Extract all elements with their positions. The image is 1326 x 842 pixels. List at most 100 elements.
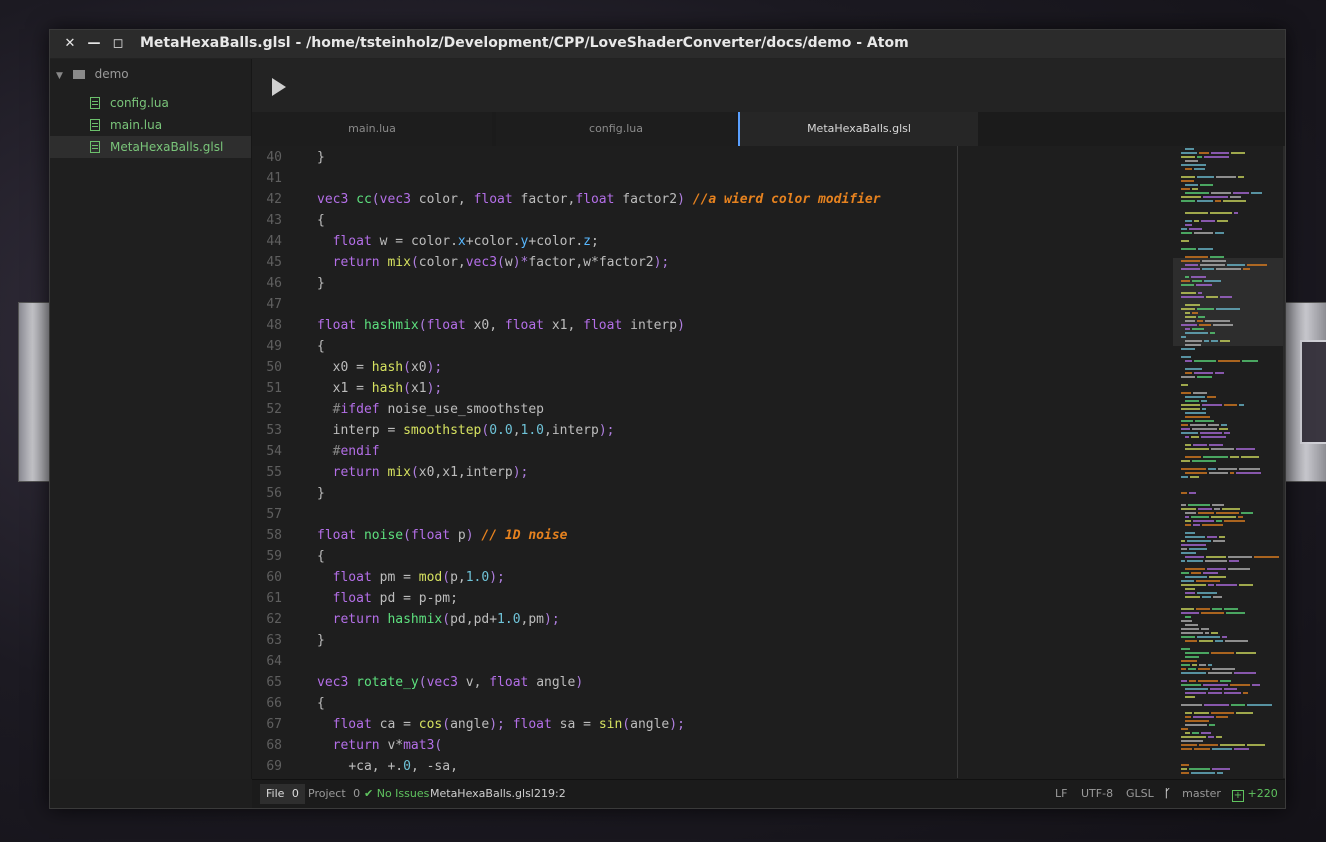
status-line-ending[interactable]: LF [1055,787,1067,800]
code-line[interactable]: 43 { [252,210,957,231]
status-cursor-position[interactable]: 219:2 [534,787,566,800]
tree-file-config-lua[interactable]: config.lua [50,92,251,114]
tab-config-lua[interactable]: config.lua [496,112,736,146]
line-number: 50 [266,360,282,375]
status-git-diff[interactable]: + +220 [1232,787,1278,802]
minimap-line [1224,692,1241,694]
status-bar: File 0 Project 0 ✔ No Issues MetaHexaBal… [252,779,1285,808]
code-line[interactable]: 59 { [252,546,957,567]
code-line[interactable]: 65 vec3 rotate_y(vec3 v, float angle) [252,672,957,693]
status-git-branch[interactable]: ᚴ master [1164,787,1221,800]
chevron-down-icon[interactable]: ▼ [56,71,63,81]
code-line[interactable]: 50 x0 = hash(x0); [252,357,957,378]
minimap-line [1200,264,1225,266]
status-file-tab[interactable]: File 0 [260,784,305,804]
tab-bar: main.lua config.lua MetaHexaBalls.glsl [252,112,1285,147]
line-number: 48 [266,318,282,333]
line-number: 69 [266,759,282,774]
minimap-line [1197,308,1214,310]
code-line[interactable]: 46} [252,273,957,294]
minimap-line [1198,248,1213,250]
minimap-line [1204,340,1209,342]
code-line[interactable]: 47 [252,294,957,315]
code-line[interactable]: 67 float ca = cos(angle); float sa = sin… [252,714,957,735]
minimap-line [1211,516,1236,518]
line-number: 43 [266,213,282,228]
code-line[interactable]: 45 return mix(color,vec3(w)*factor,w*fac… [252,252,957,273]
minimap-line [1236,448,1255,450]
code-line[interactable]: 60 float pm = mod(p,1.0); [252,567,957,588]
status-grammar[interactable]: GLSL [1126,787,1154,800]
tab-metahexaballs-glsl[interactable]: MetaHexaBalls.glsl [738,112,978,146]
code-line[interactable]: 41 [252,168,957,189]
minimap-line [1181,200,1195,202]
code-line[interactable]: 64 [252,651,957,672]
play-icon[interactable] [272,78,286,96]
minimap-line [1196,580,1220,582]
checkmark-icon: ✔ [364,787,374,800]
code-line[interactable]: 56} [252,483,957,504]
code-line[interactable]: 54 #endif [252,441,957,462]
maximize-icon[interactable]: ◻ [110,36,126,52]
minimap-line [1201,732,1211,734]
plus-square-icon: + [1232,790,1244,802]
code-line[interactable]: 62 return hashmix(pd,pd+1.0,pm); [252,609,957,630]
line-text: return mix(x0,x1,interp); [332,465,529,480]
code-line[interactable]: 53 interp = smoothstep(0.0,1.0,interp); [252,420,957,441]
code-line[interactable]: 69 +ca, +.0, -sa, [252,756,957,777]
tab-main-lua[interactable]: main.lua [252,112,492,146]
code-line[interactable]: 57 [252,504,957,525]
minimap-line [1204,156,1229,158]
code-line[interactable]: 44 float w = color.x+color.y+color.z; [252,231,957,252]
code-line[interactable]: 55 return mix(x0,x1,interp); [252,462,957,483]
tree-file-main-lua[interactable]: main.lua [50,114,251,136]
line-number: 67 [266,717,282,732]
code-line[interactable]: 52 #ifdef noise_use_smoothstep [252,399,957,420]
line-number: 57 [266,507,282,522]
status-issues[interactable]: ✔ No Issues [364,787,429,800]
minimap-line [1188,504,1210,506]
minimap-line [1185,448,1209,450]
status-encoding[interactable]: UTF-8 [1081,787,1113,800]
minimap-line [1196,608,1210,610]
minimap-line [1185,160,1198,162]
minimize-icon[interactable]: — [86,36,102,52]
minimap-line [1181,560,1185,562]
line-number: 55 [266,465,282,480]
code-line[interactable]: 51 x1 = hash(x1); [252,378,957,399]
editor-blank-area[interactable] [958,146,1173,778]
minimap-line [1224,608,1238,610]
code-line[interactable]: 68 return v*mat3( [252,735,957,756]
code-line[interactable]: 63} [252,630,957,651]
status-project-tab[interactable]: Project 0 [302,784,366,804]
minimap-line [1204,280,1221,282]
scrollbar[interactable] [1283,146,1285,778]
minimap-line [1185,276,1189,278]
minimap-line [1185,368,1202,370]
minimap-line [1181,768,1187,770]
status-filename[interactable]: MetaHexaBalls.glsl [430,787,534,800]
code-line[interactable]: 61 float pd = p-pm; [252,588,957,609]
minimap-line [1210,256,1224,258]
line-number: 54 [266,444,282,459]
line-text: float hashmix(float x0, float x1, float … [317,318,685,333]
code-editor[interactable]: 40} 41 42 vec3 cc(vec3 color, float factor,… [252,146,957,778]
code-line[interactable]: 58 float noise(float p) // 1D noise [252,525,957,546]
close-icon[interactable]: ✕ [62,36,78,52]
tree-root-folder[interactable]: ▼ demo [56,67,129,85]
tree-file-metahexaballs-glsl[interactable]: MetaHexaBalls.glsl [50,136,251,158]
minimap-line [1181,284,1194,286]
code-line[interactable]: 66 { [252,693,957,714]
minimap-line [1205,320,1230,322]
minimap-line [1181,648,1190,650]
code-line[interactable]: 42 vec3 cc(vec3 color, float factor,float… [252,189,957,210]
minimap-line [1226,612,1245,614]
code-line[interactable]: 48 float hashmix(float x0, float x1, floa… [252,315,957,336]
code-line[interactable]: 49 { [252,336,957,357]
minimap-line [1181,684,1201,686]
minimap[interactable] [1173,146,1285,778]
minimap-line [1181,740,1203,742]
minimap-line [1194,712,1209,714]
minimap-line [1181,392,1191,394]
code-line[interactable]: 40} [252,147,957,168]
